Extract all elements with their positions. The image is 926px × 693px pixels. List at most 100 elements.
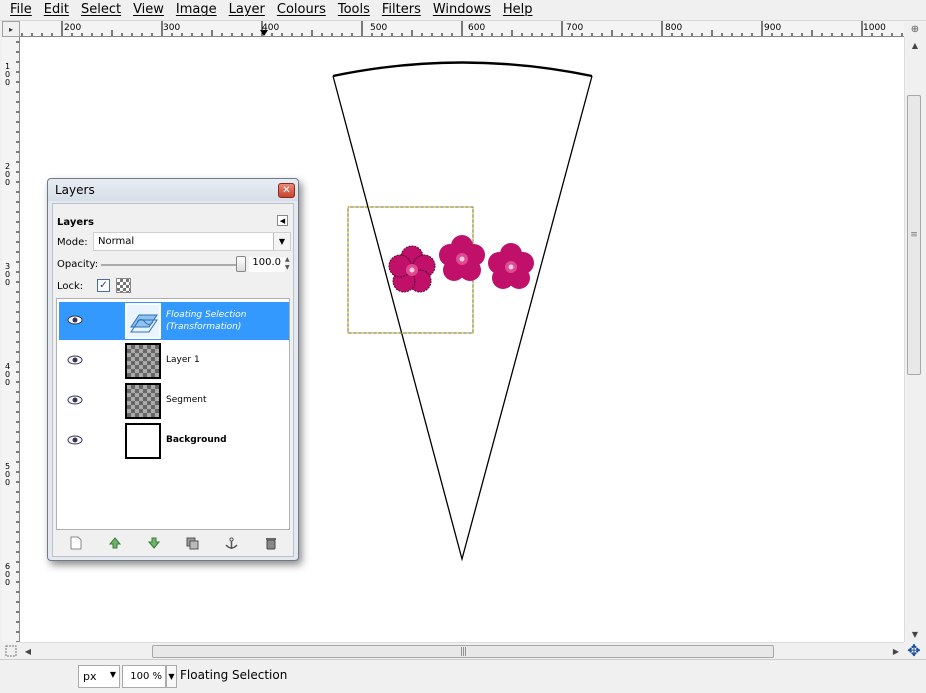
ruler-label-digit: 0	[5, 378, 10, 387]
panel-title: Layers	[57, 217, 94, 228]
statusbar: px ▼ 100 % ▼ Floating Selection	[0, 659, 926, 693]
opacity-label: Opacity:	[57, 259, 99, 270]
scroll-down-arrow[interactable]: ▼	[905, 626, 925, 642]
scroll-up-arrow[interactable]: ▲	[905, 37, 925, 53]
vertical-scroll-thumb[interactable]: ≡	[907, 95, 921, 375]
menu-layer[interactable]: Layer	[223, 0, 271, 20]
ruler-label-digit: 0	[5, 478, 10, 487]
new-layer-button[interactable]	[68, 535, 84, 551]
layer-row-layer-1[interactable]: Layer 1	[59, 342, 289, 380]
chevron-down-icon: ▼	[273, 233, 290, 250]
arrow-down-icon	[147, 537, 160, 549]
ruler-label: 600	[468, 23, 485, 33]
ruler-pointer-marker	[260, 30, 268, 36]
duplicate-layer-button[interactable]	[185, 535, 201, 551]
ruler-label: 200	[64, 23, 81, 33]
layer-list[interactable]: Floating Selection (Transformation) Laye…	[56, 298, 290, 530]
lock-label: Lock:	[57, 281, 84, 292]
anchor-layer-button[interactable]	[224, 535, 240, 551]
horizontal-scrollbar[interactable]: ◀ ||| ▶	[20, 642, 904, 659]
ruler-label: 500	[370, 23, 387, 33]
menu-help[interactable]: Help	[497, 0, 539, 20]
raise-layer-button[interactable]	[107, 535, 123, 551]
trash-icon	[265, 537, 276, 549]
anchor-icon	[225, 536, 238, 549]
zoom-input[interactable]: 100 %	[122, 665, 166, 688]
menu-tools[interactable]: Tools	[332, 0, 376, 20]
horizontal-scroll-thumb[interactable]: |||	[152, 645, 774, 658]
quick-mask-toggle[interactable]	[2, 642, 20, 659]
unit-value: px	[83, 670, 97, 683]
layer-thumbnail	[125, 343, 161, 379]
layer-row-background[interactable]: Background	[59, 422, 289, 460]
layers-panel: Layers ◀ Mode: Normal ▼ Opacity: 100.0 ▲…	[52, 203, 294, 557]
mode-label: Mode:	[57, 237, 88, 248]
eye-icon[interactable]	[67, 354, 83, 366]
menu-file[interactable]: File	[4, 0, 38, 20]
arrow-up-icon	[108, 537, 121, 549]
eye-icon[interactable]	[67, 314, 83, 326]
layer-name-subtitle: (Transformation)	[166, 322, 242, 332]
layer-name: Floating Selection	[166, 310, 247, 320]
menu-image[interactable]: Image	[170, 0, 223, 20]
opacity-input[interactable]: 100.0	[249, 257, 285, 272]
menu-windows[interactable]: Windows	[427, 0, 497, 20]
delete-layer-button[interactable]	[263, 535, 279, 551]
ruler-label: 700	[566, 23, 583, 33]
flower-3	[488, 243, 534, 289]
layer-name: Segment	[166, 395, 207, 405]
flower-2	[439, 235, 485, 281]
eye-icon[interactable]	[67, 434, 83, 446]
ruler-label-digit: 0	[5, 78, 10, 87]
menu-colours[interactable]: Colours	[271, 0, 332, 20]
menu-edit[interactable]: Edit	[38, 0, 75, 20]
ruler-label: 800	[665, 23, 682, 33]
horizontal-ruler[interactable]: 200 300 400 500 600 700 800 900 1000	[20, 21, 904, 37]
opacity-spinner[interactable]: ▲ ▼	[285, 256, 292, 272]
layer-name: Layer 1	[166, 355, 200, 365]
eye-icon[interactable]	[67, 394, 83, 406]
chevron-down-icon: ▼	[109, 670, 116, 679]
horizontal-ruler-ticks: 200 300 400 500 600 700 800 900 1000	[21, 21, 903, 36]
ruler-label-digit: 0	[5, 278, 10, 287]
mode-value: Normal	[98, 236, 135, 247]
ruler-label: 1000	[863, 23, 886, 33]
scroll-right-arrow[interactable]: ▶	[888, 643, 904, 660]
layers-dialog: Layers ✕ Layers ◀ Mode: Normal ▼ Opacity…	[47, 178, 299, 561]
segment-outline	[332, 75, 593, 562]
zoom-fit-icon[interactable]: ⊕	[904, 21, 926, 37]
ruler-label: 900	[764, 23, 781, 33]
opacity-slider[interactable]	[101, 264, 237, 266]
ruler-label-digit: 0	[5, 178, 10, 187]
vertical-ruler-ticks: 100200300400500600	[5, 41, 19, 642]
layer-buttons-bar	[56, 532, 290, 554]
lock-pixels-checkbox[interactable]: ✓	[97, 279, 110, 292]
ruler-label-digit: 0	[5, 578, 10, 587]
floating-selection-thumbnail-icon	[125, 303, 161, 339]
ruler-corner-menu-button[interactable]: ▸	[2, 21, 20, 37]
menubar: File Edit Select View Image Layer Colour…	[0, 0, 926, 21]
navigate-icon[interactable]: ✥	[904, 641, 924, 660]
vertical-scrollbar[interactable]: ▲ ≡ ▼	[904, 37, 924, 642]
menu-view[interactable]: View	[127, 0, 170, 20]
layer-row-segment[interactable]: Segment	[59, 382, 289, 420]
layer-thumbnail	[125, 423, 161, 459]
layer-name: Background	[166, 435, 227, 445]
layer-row-floating-selection[interactable]: Floating Selection (Transformation)	[59, 302, 289, 340]
menu-select[interactable]: Select	[75, 0, 127, 20]
dialog-titlebar[interactable]: Layers ✕	[48, 179, 298, 201]
close-button[interactable]: ✕	[278, 183, 295, 198]
unit-select[interactable]: px ▼	[78, 665, 120, 688]
menu-filters[interactable]: Filters	[376, 0, 427, 20]
lock-alpha-icon[interactable]	[116, 278, 131, 293]
mode-select[interactable]: Normal ▼	[93, 232, 291, 251]
new-layer-icon	[70, 536, 81, 550]
opacity-slider-handle[interactable]	[236, 256, 246, 272]
vertical-ruler[interactable]: 100200300400500600	[2, 37, 20, 642]
lower-layer-button[interactable]	[146, 535, 162, 551]
panel-menu-button[interactable]: ◀	[277, 215, 288, 226]
flower-1	[388, 245, 436, 293]
scroll-left-arrow[interactable]: ◀	[20, 643, 36, 660]
dialog-title: Layers	[55, 183, 95, 197]
zoom-dropdown-button[interactable]: ▼	[166, 665, 177, 688]
